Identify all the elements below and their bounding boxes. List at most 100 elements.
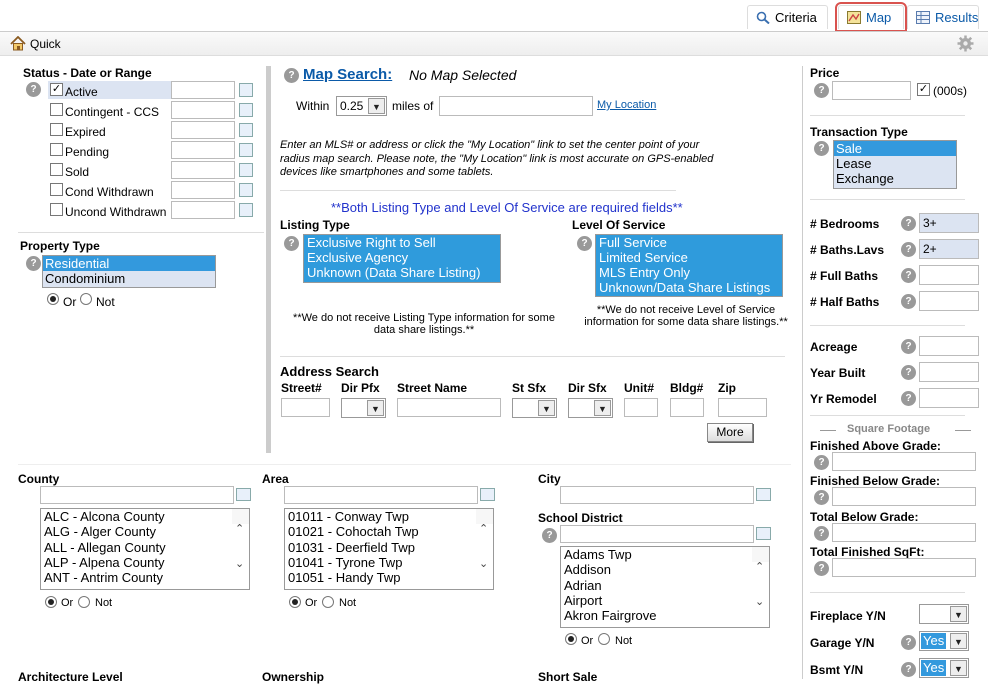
listing-type-listbox[interactable]: Exclusive Right to Sell Exclusive Agency… [303,234,501,283]
field-input[interactable] [919,291,979,311]
county-option[interactable]: ALC - Alcona County [41,509,249,524]
property-type-option[interactable]: Condominium [43,271,215,286]
chevron-up-icon[interactable]: ⌃ [755,560,764,575]
help-icon[interactable]: ? [901,365,916,380]
status-date-input[interactable] [171,81,235,99]
help-icon[interactable]: ? [814,490,829,505]
not-radio[interactable] [598,633,610,645]
price-thousands-checkbox[interactable]: ✓ [917,83,930,96]
transaction-type-option[interactable]: Sale [834,141,956,156]
lookup-icon[interactable] [480,488,495,501]
scrollbar[interactable]: ⌃ ⌄ [476,509,493,570]
school-district-filter-input[interactable] [560,525,754,543]
county-option[interactable]: ALG - Alger County [41,524,249,539]
status-checkbox[interactable] [50,183,63,196]
county-filter-input[interactable] [40,486,234,504]
radius-select[interactable]: 0.25 ▼ [336,96,387,116]
property-type-listbox[interactable]: Residential Condominium [42,255,216,288]
transaction-type-listbox[interactable]: Sale Lease Exchange [833,140,957,189]
help-icon[interactable]: ? [901,391,916,406]
help-icon[interactable]: ? [577,236,592,251]
chevron-down-icon[interactable]: ⌄ [479,557,488,572]
not-radio[interactable] [80,293,92,305]
school-district-option[interactable]: Addison [561,562,769,577]
level-of-service-option[interactable]: Limited Service [596,250,782,265]
calendar-icon[interactable] [239,163,253,177]
sqft-input[interactable] [832,558,976,577]
lookup-icon[interactable] [236,488,251,501]
status-date-input[interactable] [171,121,235,139]
help-icon[interactable]: ? [26,256,41,271]
dir-sfx-select[interactable]: ▼ [568,398,613,418]
city-filter-input[interactable] [560,486,754,504]
help-icon[interactable]: ? [814,561,829,576]
calendar-icon[interactable] [239,103,253,117]
field-input[interactable]: 2+ [919,239,979,259]
st-sfx-select[interactable]: ▼ [512,398,557,418]
chevron-down-icon[interactable]: ⌄ [235,557,244,572]
help-icon[interactable]: ? [814,83,829,98]
status-checkbox[interactable] [50,163,63,176]
calendar-icon[interactable] [239,123,253,137]
help-icon[interactable]: ? [284,68,299,83]
unit-input[interactable] [624,398,658,417]
field-input[interactable] [919,388,979,408]
area-option[interactable]: 01041 - Tyrone Twp [285,555,493,570]
scrollbar[interactable]: ⌃ ⌄ [232,509,249,570]
my-location-link[interactable]: My Location [597,99,656,111]
listing-type-option[interactable]: Unknown (Data Share Listing) [304,265,500,280]
property-type-option[interactable]: Residential [43,256,215,271]
chevron-up-icon[interactable]: ⌃ [235,522,244,537]
help-icon[interactable]: ? [284,236,299,251]
sqft-input[interactable] [832,523,976,542]
transaction-type-option[interactable]: Lease [834,156,956,171]
status-checkbox[interactable] [50,203,63,216]
or-radio[interactable] [565,633,577,645]
yn-select[interactable]: Yes ▼ [919,631,969,651]
transaction-type-option[interactable]: Exchange [834,171,956,186]
street-number-input[interactable] [281,398,330,417]
school-district-option[interactable]: Adrian [561,578,769,593]
yn-select[interactable]: ▼ [919,604,969,624]
calendar-icon[interactable] [239,83,253,97]
school-district-option[interactable]: Adams Twp [561,547,769,562]
map-center-input[interactable] [439,96,593,116]
not-radio[interactable] [78,596,90,608]
help-icon[interactable]: ? [901,294,916,309]
or-radio[interactable] [289,596,301,608]
area-filter-input[interactable] [284,486,478,504]
status-checkbox[interactable]: ✓ [50,83,63,96]
help-icon[interactable]: ? [901,339,916,354]
gear-icon[interactable] [957,35,974,55]
area-option[interactable]: 01051 - Handy Twp [285,570,493,585]
field-input[interactable]: 3+ [919,213,979,233]
listing-type-option[interactable]: Exclusive Agency [304,250,500,265]
lookup-icon[interactable] [756,488,771,501]
or-radio[interactable] [45,596,57,608]
level-of-service-option[interactable]: Full Service [596,235,782,250]
help-icon[interactable]: ? [542,528,557,543]
status-date-input[interactable] [171,201,235,219]
status-checkbox[interactable] [50,143,63,156]
street-name-input[interactable] [397,398,501,417]
not-radio[interactable] [322,596,334,608]
listing-type-option[interactable]: Exclusive Right to Sell [304,235,500,250]
status-date-input[interactable] [171,181,235,199]
area-option[interactable]: 01021 - Cohoctah Twp [285,524,493,539]
area-option[interactable]: 01031 - Deerfield Twp [285,540,493,555]
status-date-input[interactable] [171,141,235,159]
county-option[interactable]: ANT - Antrim County [41,570,249,585]
school-district-option[interactable]: Akron Fairgrove [561,608,769,623]
county-listbox[interactable]: ALC - Alcona County ALG - Alger County A… [40,508,250,590]
tab-results[interactable]: Results [907,5,979,29]
field-input[interactable] [919,265,979,285]
level-of-service-option[interactable]: Unknown/Data Share Listings [596,280,782,295]
help-icon[interactable]: ? [26,82,41,97]
bldg-input[interactable] [670,398,704,417]
school-district-listbox[interactable]: Adams Twp Addison Adrian Airport Akron F… [560,546,770,628]
dir-pfx-select[interactable]: ▼ [341,398,386,418]
map-search-link[interactable]: Map Search: [303,66,392,83]
sqft-input[interactable] [832,487,976,506]
area-listbox[interactable]: 01011 - Conway Twp 01021 - Cohoctah Twp … [284,508,494,590]
chevron-up-icon[interactable]: ⌃ [479,522,488,537]
